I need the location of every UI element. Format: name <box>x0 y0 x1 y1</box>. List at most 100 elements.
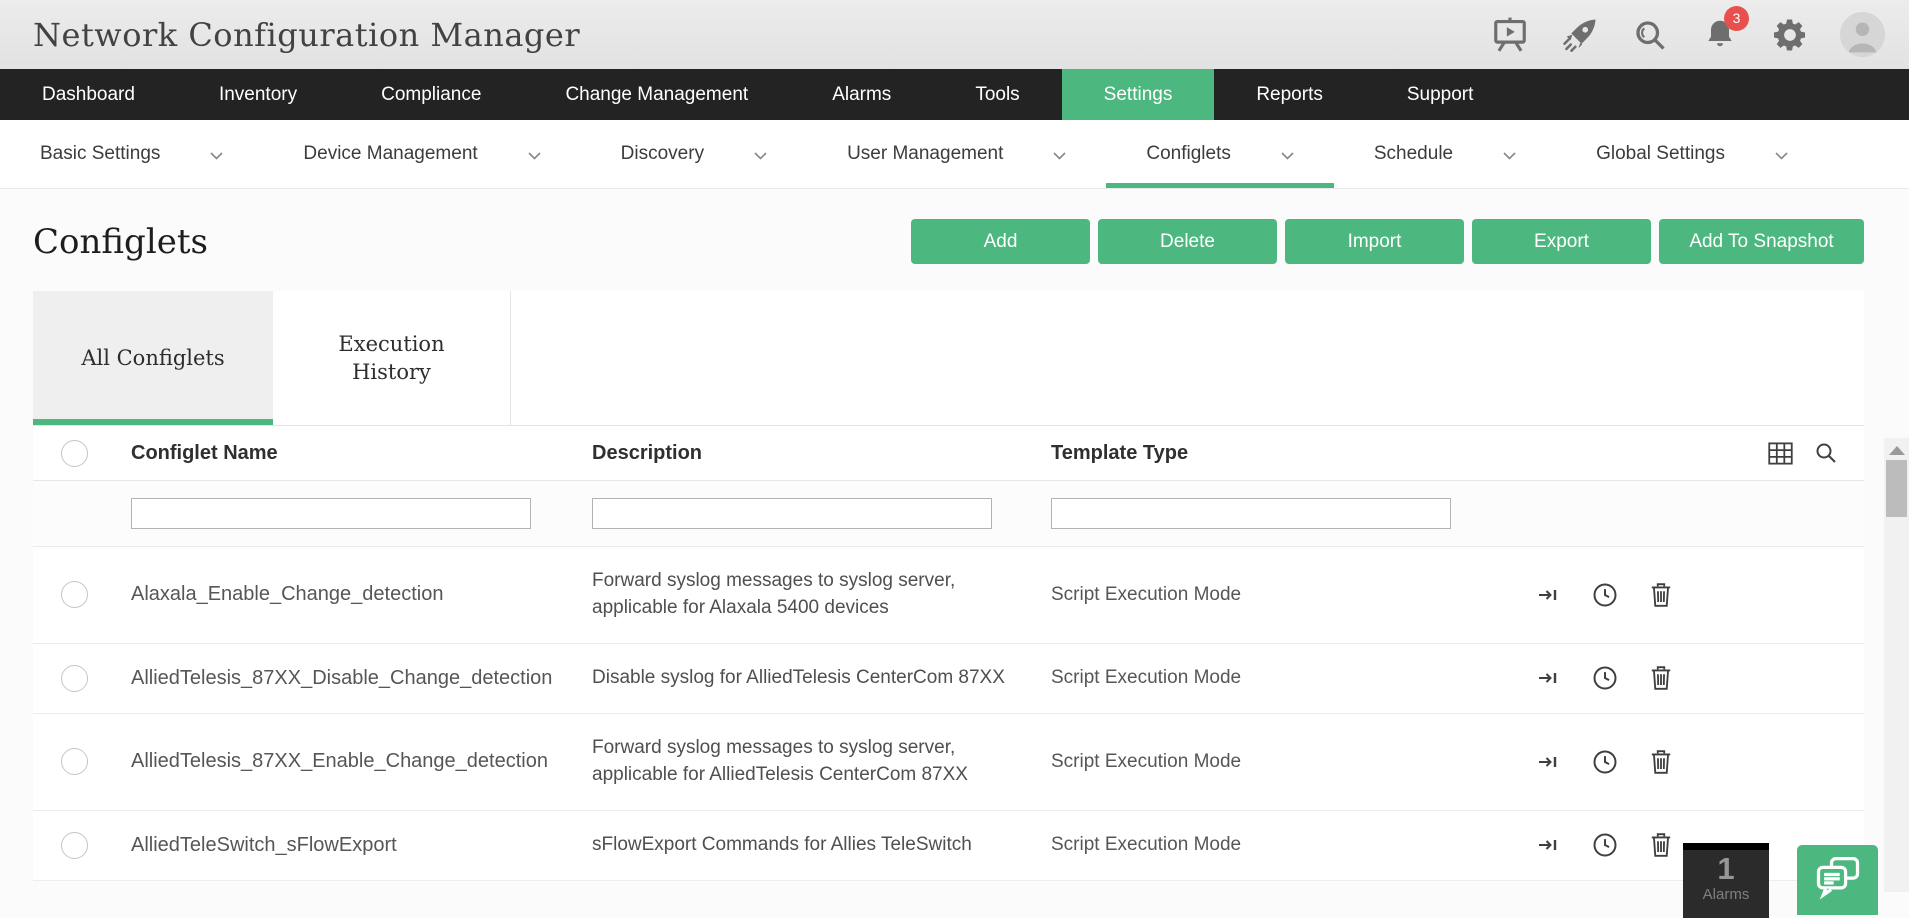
page-title: Configlets <box>33 222 208 262</box>
schedule-icon[interactable] <box>1591 664 1619 692</box>
alarms-widget[interactable]: 1 Alarms <box>1683 843 1769 918</box>
subnav-item-schedule[interactable]: Schedule <box>1334 120 1556 188</box>
nav-item-inventory[interactable]: Inventory <box>177 69 339 120</box>
configlet-name[interactable]: AlliedTelesis_87XX_Disable_Change_detect… <box>131 667 592 690</box>
nav-item-alarms[interactable]: Alarms <box>790 69 933 120</box>
subnav-label: User Management <box>847 143 1003 165</box>
row-actions <box>1500 664 1864 692</box>
configlet-name[interactable]: Alaxala_Enable_Change_detection <box>131 583 592 606</box>
chat-icon <box>1812 850 1864 902</box>
schedule-icon[interactable] <box>1591 831 1619 859</box>
tab-label: Execution History <box>307 330 477 387</box>
filter-template-type-input[interactable] <box>1051 498 1451 529</box>
filter-description-input[interactable] <box>592 498 992 529</box>
subnav-label: Global Settings <box>1596 143 1725 165</box>
delete-icon[interactable] <box>1649 749 1673 775</box>
configlet-description: sFlowExport Commands for Allies TeleSwit… <box>592 811 1012 880</box>
scroll-up-arrow-icon[interactable] <box>1889 446 1905 455</box>
schedule-icon[interactable] <box>1591 581 1619 609</box>
nav-item-support[interactable]: Support <box>1365 69 1516 120</box>
tab-all-configlets[interactable]: All Configlets <box>33 291 273 425</box>
column-template-type[interactable]: Template Type <box>1051 442 1500 465</box>
configlet-description: Disable syslog for AlliedTelesis CenterC… <box>592 644 1012 713</box>
configlet-tabs: All Configlets Execution History <box>33 291 1864 426</box>
topbar-icons: 3 <box>1490 12 1885 57</box>
row-select-radio[interactable] <box>61 665 88 692</box>
template-type: Script Execution Mode <box>1051 584 1500 606</box>
subnav-item-basic-settings[interactable]: Basic Settings <box>0 120 263 188</box>
execute-icon[interactable] <box>1537 583 1561 607</box>
main-nav: Dashboard Inventory Compliance Change Ma… <box>0 69 1909 120</box>
search-icon[interactable] <box>1630 15 1670 55</box>
gear-icon[interactable] <box>1770 15 1810 55</box>
add-button[interactable]: Add <box>911 219 1090 264</box>
chevron-down-icon <box>210 152 223 160</box>
table-row: AlliedTelesis_87XX_Enable_Change_detecti… <box>33 714 1864 811</box>
bell-icon[interactable]: 3 <box>1700 15 1740 55</box>
page-actions: Add Delete Import Export Add To Snapshot <box>911 219 1864 264</box>
table-row: Alaxala_Enable_Change_detection Forward … <box>33 547 1864 644</box>
row-select-radio[interactable] <box>61 748 88 775</box>
page-head: Configlets Add Delete Import Export Add … <box>0 189 1909 264</box>
column-description[interactable]: Description <box>592 442 1051 465</box>
template-type: Script Execution Mode <box>1051 834 1500 856</box>
vertical-scrollbar[interactable] <box>1884 438 1909 892</box>
template-type: Script Execution Mode <box>1051 667 1500 689</box>
subnav-item-global-settings[interactable]: Global Settings <box>1556 120 1828 188</box>
table-tools <box>1767 426 1838 480</box>
execute-icon[interactable] <box>1537 750 1561 774</box>
configlet-name[interactable]: AlliedTeleSwitch_sFlowExport <box>131 834 592 857</box>
tab-execution-history[interactable]: Execution History <box>273 291 511 425</box>
chevron-down-icon <box>754 152 767 160</box>
execute-icon[interactable] <box>1537 666 1561 690</box>
configlet-table: Configlet Name Description Template Type… <box>33 426 1864 881</box>
row-select-radio[interactable] <box>61 581 88 608</box>
execute-icon[interactable] <box>1537 833 1561 857</box>
presentation-icon[interactable] <box>1490 15 1530 55</box>
chevron-down-icon <box>528 152 541 160</box>
schedule-icon[interactable] <box>1591 748 1619 776</box>
select-all-radio[interactable] <box>61 440 88 467</box>
notification-badge: 3 <box>1724 6 1749 31</box>
nav-item-tools[interactable]: Tools <box>933 69 1061 120</box>
alarm-count: 1 <box>1683 852 1769 886</box>
nav-item-reports[interactable]: Reports <box>1214 69 1365 120</box>
subnav-label: Device Management <box>303 143 477 165</box>
row-select-radio[interactable] <box>61 832 88 859</box>
nav-item-change-management[interactable]: Change Management <box>523 69 790 120</box>
row-actions <box>1500 581 1864 609</box>
alarm-label: Alarms <box>1683 886 1769 903</box>
subnav-item-device-management[interactable]: Device Management <box>263 120 580 188</box>
add-to-snapshot-button[interactable]: Add To Snapshot <box>1659 219 1864 264</box>
configlet-name[interactable]: AlliedTelesis_87XX_Enable_Change_detecti… <box>131 750 592 773</box>
subnav-item-configlets[interactable]: Configlets <box>1106 120 1334 188</box>
delete-button[interactable]: Delete <box>1098 219 1277 264</box>
table-search-icon[interactable] <box>1814 441 1838 465</box>
subnav-item-user-management[interactable]: User Management <box>807 120 1106 188</box>
delete-icon[interactable] <box>1649 665 1673 691</box>
app-title: Network Configuration Manager <box>33 16 580 54</box>
table-row: AlliedTelesis_87XX_Disable_Change_detect… <box>33 644 1864 714</box>
delete-icon[interactable] <box>1649 582 1673 608</box>
avatar[interactable] <box>1840 12 1885 57</box>
delete-icon[interactable] <box>1649 832 1673 858</box>
nav-item-dashboard[interactable]: Dashboard <box>0 69 177 120</box>
column-configlet-name[interactable]: Configlet Name <box>131 442 592 465</box>
subnav-label: Configlets <box>1146 143 1231 165</box>
export-button[interactable]: Export <box>1472 219 1651 264</box>
subnav-item-discovery[interactable]: Discovery <box>581 120 807 188</box>
table-row: AlliedTeleSwitch_sFlowExport sFlowExport… <box>33 811 1864 881</box>
row-actions <box>1500 748 1864 776</box>
top-bar: Network Configuration Manager <box>0 0 1909 69</box>
rocket-icon[interactable] <box>1560 15 1600 55</box>
scrollbar-thumb[interactable] <box>1886 460 1907 517</box>
nav-item-compliance[interactable]: Compliance <box>339 69 523 120</box>
nav-item-settings[interactable]: Settings <box>1062 69 1215 120</box>
configlet-description: Forward syslog messages to syslog server… <box>592 714 1012 810</box>
subnav-label: Schedule <box>1374 143 1453 165</box>
chat-widget[interactable] <box>1797 845 1878 915</box>
subnav-label: Basic Settings <box>40 143 160 165</box>
filter-configlet-name-input[interactable] <box>131 498 531 529</box>
column-chooser-icon[interactable] <box>1767 441 1794 466</box>
import-button[interactable]: Import <box>1285 219 1464 264</box>
